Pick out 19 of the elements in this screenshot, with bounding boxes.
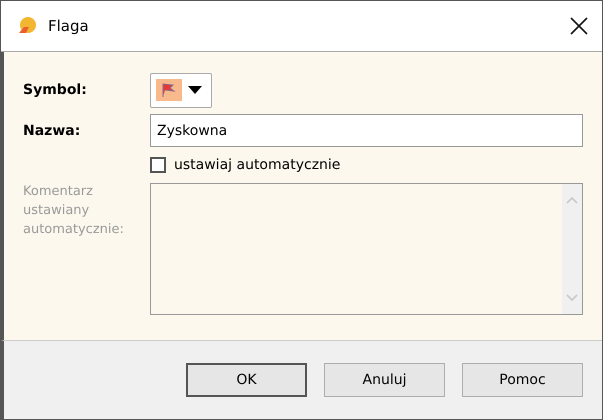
checkbox[interactable] [150, 157, 166, 173]
name-input-field[interactable]: Zyskowna [150, 114, 583, 147]
caret-icon [188, 86, 202, 94]
dialog-button[interactable]: Anuluj [324, 363, 445, 397]
app-logo-icon [16, 16, 38, 36]
field-label: Nazwa: [23, 122, 82, 138]
scroll-up-icon[interactable] [566, 196, 578, 204]
field-label: Symbol: [23, 82, 88, 98]
flag-icon [156, 79, 182, 101]
symbol-dropdown[interactable] [150, 72, 212, 108]
field-label: Komentarz ustawiany automatycznie: [23, 183, 125, 239]
dialog-button[interactable]: OK [186, 363, 307, 397]
scroll-down-icon[interactable] [566, 294, 578, 302]
scrollbar[interactable] [562, 184, 582, 314]
dialog-button[interactable]: Pomoc [462, 363, 583, 397]
comment-text-area[interactable] [150, 183, 583, 315]
close-icon[interactable] [570, 17, 588, 35]
window-title: Flaga [48, 17, 90, 35]
checkbox-label[interactable]: ustawiaj automatycznie [174, 157, 340, 173]
